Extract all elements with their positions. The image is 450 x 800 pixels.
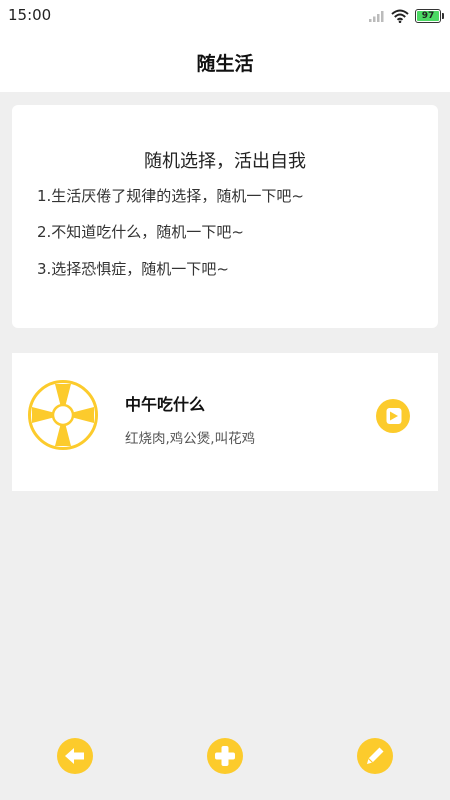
status-bar: 15:00 97 [0,0,450,32]
wheel-icon [28,380,98,450]
title-bar: 随生活 [0,32,450,92]
edit-pencil-icon[interactable] [357,738,393,774]
intro-line-3: 3.选择恐惧症，随机一下吧~ [37,260,229,278]
wifi-icon [391,9,409,23]
item-options: 红烧肉,鸡公煲,叫花鸡 [125,431,256,447]
intro-line-1: 1.生活厌倦了规律的选择，随机一下吧~ [37,187,304,205]
random-item-card[interactable]: 中午吃什么 红烧肉,鸡公煲,叫花鸡 [12,353,438,491]
signal-icon [369,11,384,22]
add-icon[interactable] [207,738,243,774]
page-title: 随生活 [196,52,254,75]
back-arrow-icon[interactable] [57,738,93,774]
intro-card: 随机选择，活出自我 1.生活厌倦了规律的选择，随机一下吧~ 2.不知道吃什么，随… [12,105,438,328]
item-title: 中午吃什么 [125,395,206,414]
intro-line-2: 2.不知道吃什么，随机一下吧~ [37,223,244,241]
status-time: 15:00 [8,6,52,24]
play-icon[interactable] [376,399,410,433]
intro-heading: 随机选择，活出自我 [144,151,306,172]
battery-level: 97 [417,11,439,21]
status-icons: 97 [369,6,444,26]
battery-icon: 97 [415,9,444,23]
